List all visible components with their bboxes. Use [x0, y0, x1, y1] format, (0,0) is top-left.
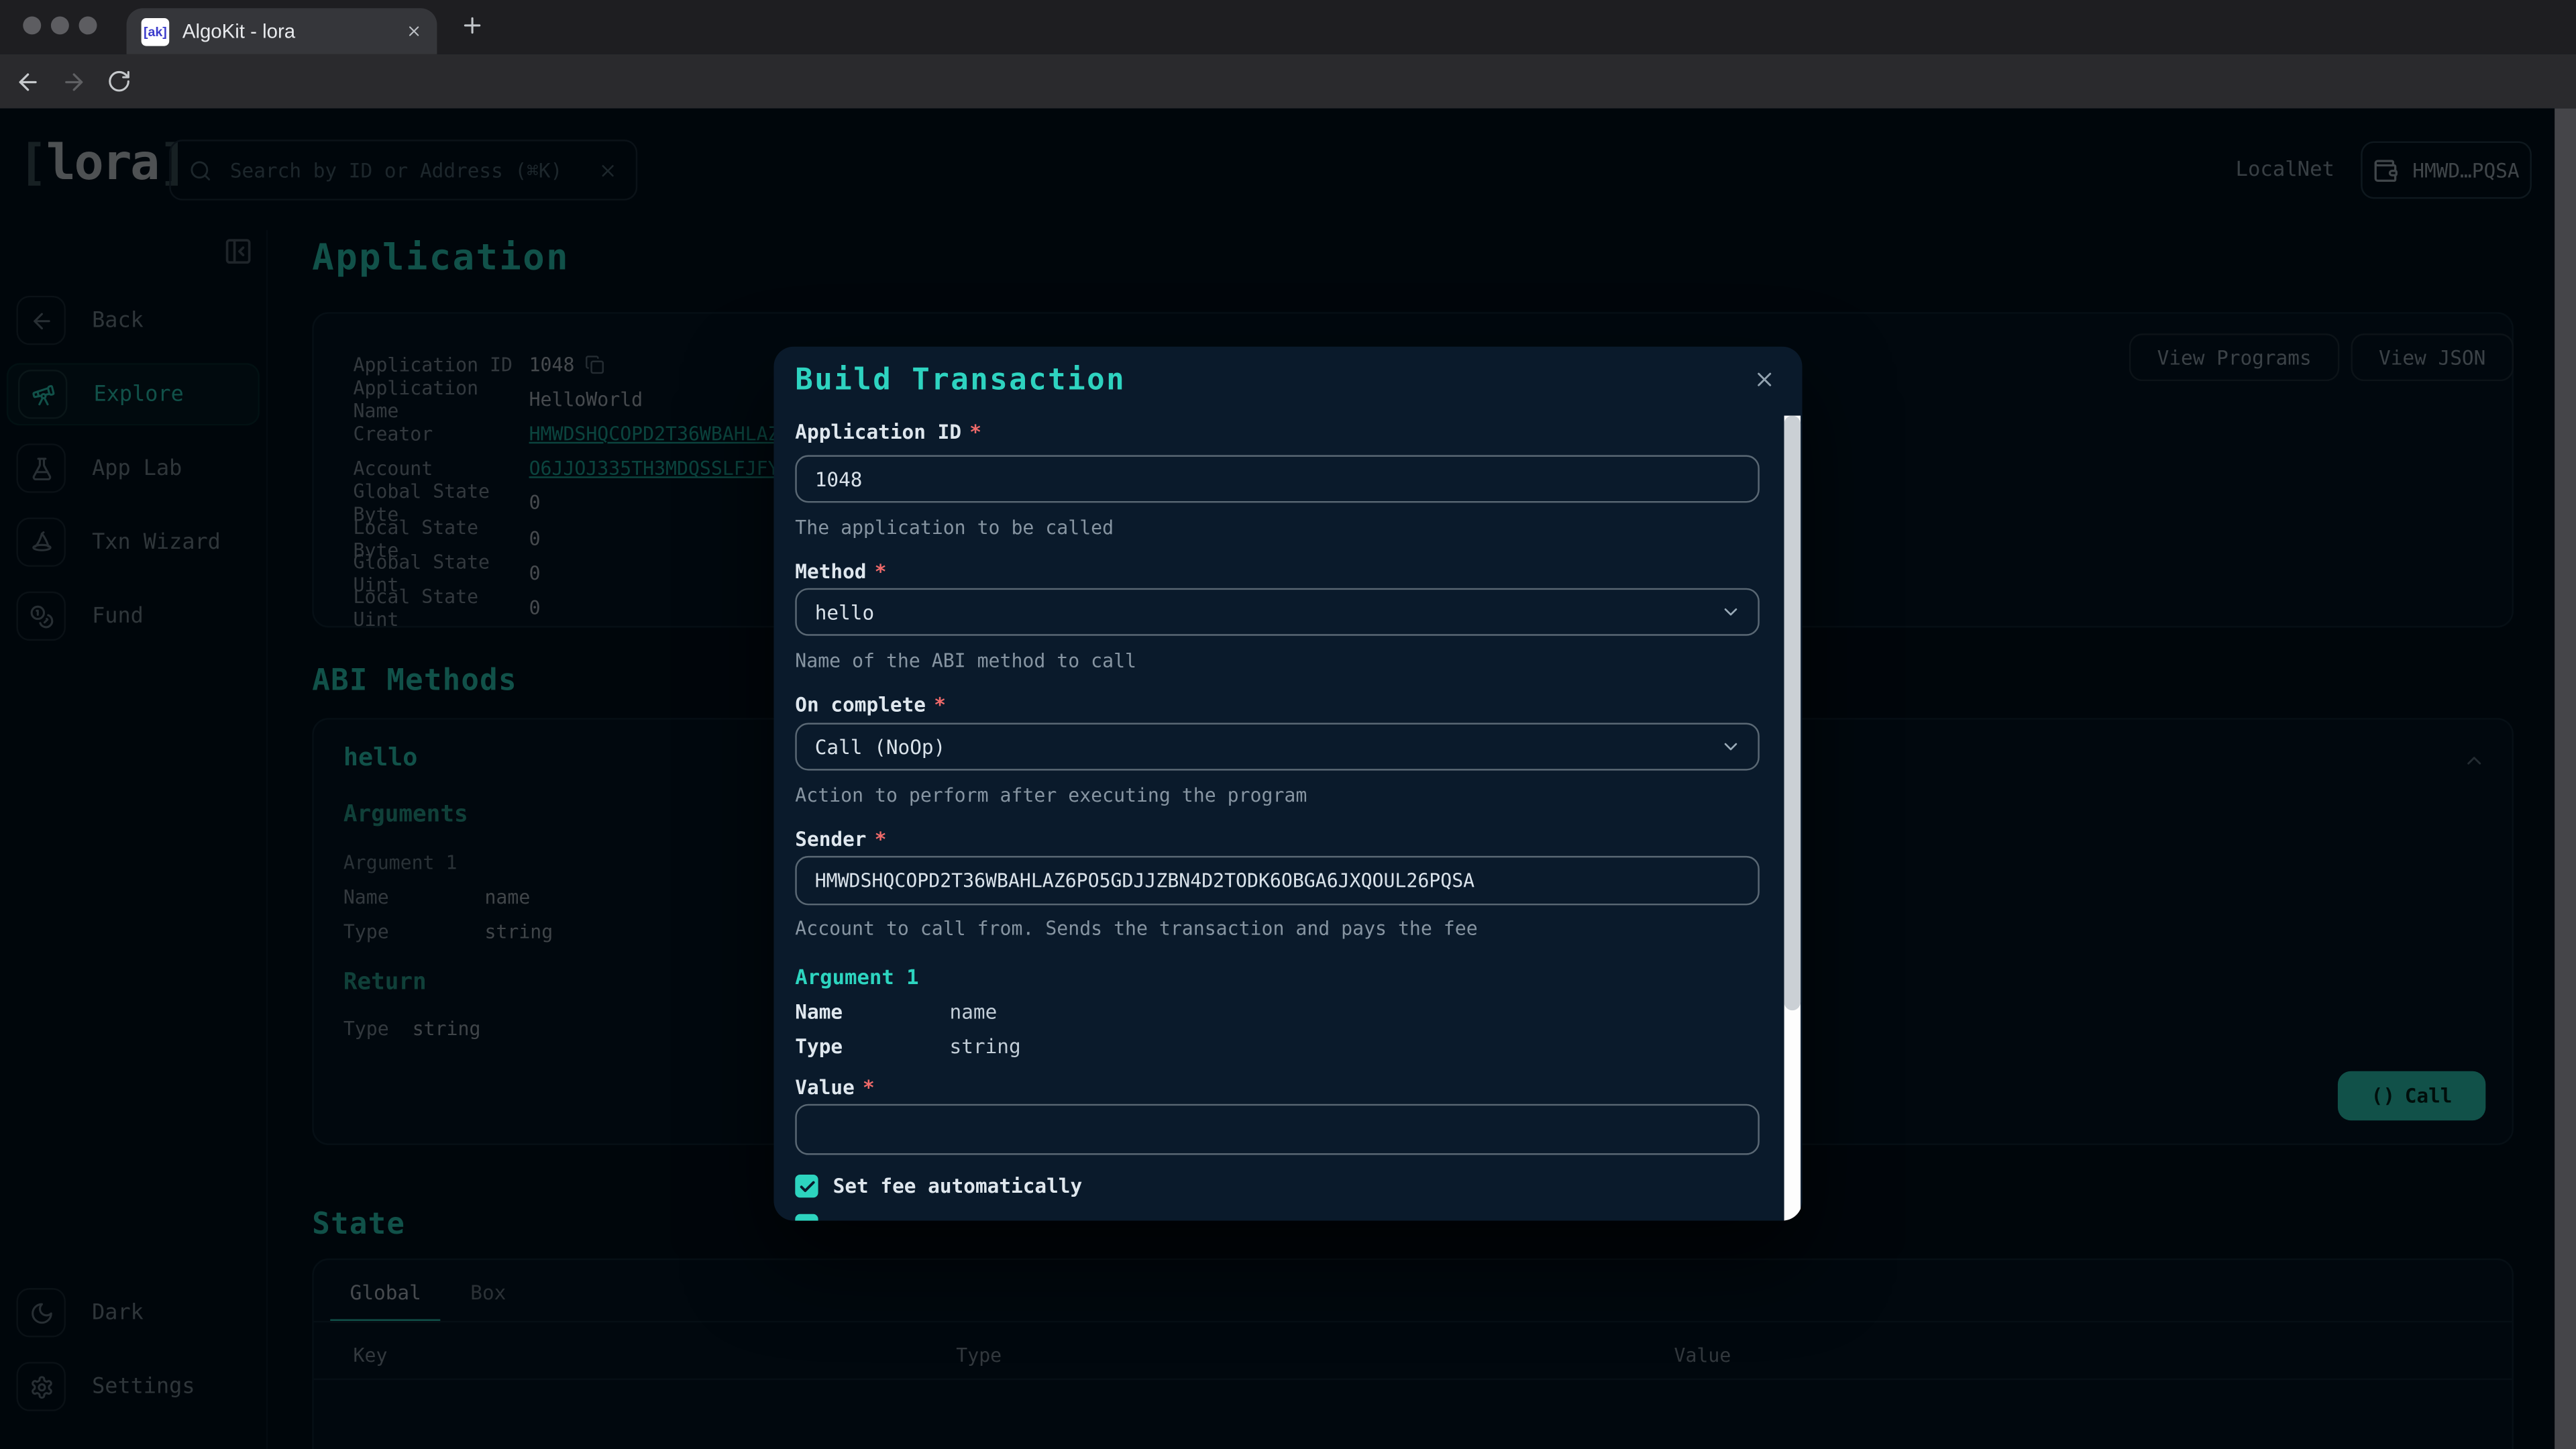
- chevron-down-icon: [1720, 736, 1741, 757]
- screenshot-root: [ak] AlgoKit - lora lora.algo: [0, 0, 2576, 1449]
- sender-input[interactable]: [795, 856, 1760, 905]
- checkbox-checked-icon[interactable]: [795, 1175, 818, 1197]
- value-input[interactable]: [795, 1104, 1760, 1155]
- browser-toolbar: lora.algokit.io/localnet/application/104…: [0, 54, 2576, 109]
- method-select[interactable]: hello: [795, 588, 1760, 636]
- sender-label: Sender*: [795, 828, 886, 851]
- browser-page-scrollbar[interactable]: [2555, 109, 2576, 1449]
- tab-title: AlgoKit - lora: [182, 19, 392, 42]
- zoom-window-button[interactable]: [79, 16, 97, 34]
- on-complete-helper: Action to perform after executing the pr…: [795, 784, 1307, 806]
- new-tab-button[interactable]: [460, 13, 485, 38]
- on-complete-label: On complete*: [795, 693, 946, 716]
- close-window-button[interactable]: [23, 16, 41, 34]
- back-icon[interactable]: [15, 68, 41, 95]
- browser-tab[interactable]: [ak] AlgoKit - lora: [127, 8, 437, 54]
- value-label: Value*: [795, 1076, 874, 1099]
- macos-traffic-lights[interactable]: [23, 16, 97, 34]
- method-label: Method*: [795, 560, 886, 583]
- argument-name-row: Namename: [795, 1000, 997, 1023]
- browser-tabstrip: [ak] AlgoKit - lora: [0, 0, 2576, 54]
- method-helper: Name of the ABI method to call: [795, 649, 1136, 672]
- minimize-window-button[interactable]: [51, 16, 69, 34]
- application-id-input[interactable]: [795, 455, 1760, 502]
- modal-scrollbar-thumb[interactable]: [1784, 416, 1801, 1011]
- tab-close-icon[interactable]: [406, 23, 422, 39]
- argument-type-row: Typestring: [795, 1035, 1020, 1058]
- on-complete-select[interactable]: Call (NoOp): [795, 723, 1760, 771]
- set-fee-row[interactable]: Set fee automatically: [795, 1175, 1082, 1197]
- application-id-helper: The application to be called: [795, 516, 1114, 539]
- argument1-title: Argument 1: [795, 965, 918, 989]
- build-transaction-dialog: Build Transaction Application ID* The ap…: [773, 347, 1802, 1221]
- sender-helper: Account to call from. Sends the transact…: [795, 917, 1477, 940]
- reload-icon[interactable]: [107, 69, 131, 94]
- algokit-favicon: [ak]: [142, 17, 170, 46]
- chevron-down-icon: [1720, 601, 1741, 623]
- application-id-label: Application ID*: [795, 421, 981, 443]
- clipped-checkbox[interactable]: [795, 1214, 818, 1221]
- set-fee-label: Set fee automatically: [833, 1175, 1083, 1197]
- forward-icon[interactable]: [61, 68, 87, 95]
